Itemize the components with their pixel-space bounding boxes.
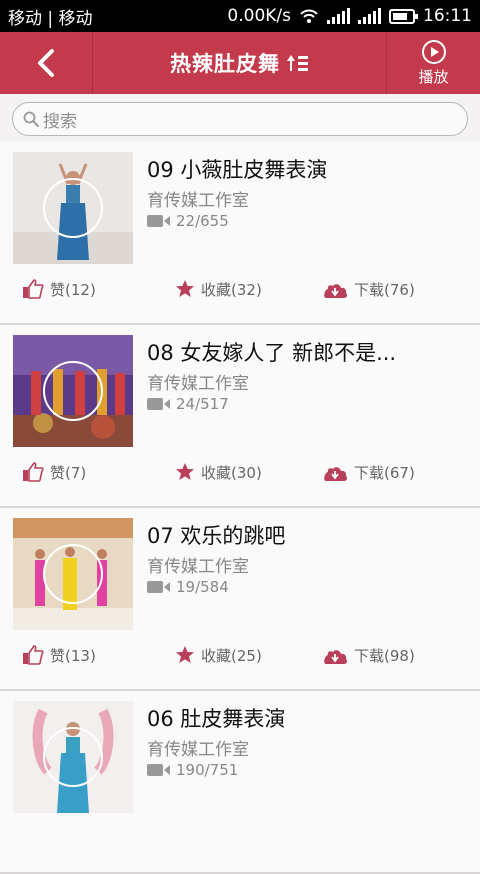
battery-icon: [389, 8, 418, 24]
video-thumbnail[interactable]: [13, 518, 133, 630]
play-overlay-icon: [43, 544, 103, 604]
favorite-count: 收藏(25): [201, 646, 262, 665]
video-title: 09 小薇肚皮舞表演: [147, 158, 328, 182]
download-count: 下载(98): [354, 646, 415, 665]
video-author: 育传媒工作室: [147, 557, 249, 577]
star-icon: [176, 280, 194, 297]
thumbs-up-icon: [23, 279, 44, 299]
video-title: 08 女友嫁人了 新郎不是...: [147, 341, 397, 365]
search-icon: [23, 111, 39, 127]
video-camera-icon: [147, 581, 170, 593]
video-camera-icon: [147, 215, 170, 227]
like-button[interactable]: 赞(12): [22, 272, 96, 306]
video-camera-icon: [147, 398, 170, 410]
view-count-value: 190/751: [176, 761, 239, 779]
favorite-count: 收藏(30): [201, 463, 262, 482]
view-count: 190/751: [147, 761, 238, 779]
item-actions: 赞(13) 收藏(25) 下载(98): [0, 638, 480, 672]
view-count: 22/655: [147, 212, 229, 230]
download-button[interactable]: 下载(76): [322, 272, 415, 306]
view-count-value: 22/655: [176, 212, 229, 230]
thumbs-up-icon: [23, 645, 44, 665]
play-overlay-icon: [43, 727, 103, 787]
download-button[interactable]: 下载(67): [322, 455, 415, 489]
download-button[interactable]: 下载(98): [322, 638, 415, 672]
favorite-count: 收藏(32): [201, 280, 262, 299]
clock: 16:11: [423, 6, 472, 26]
page-title-group[interactable]: 热辣肚皮舞: [92, 32, 386, 94]
list-item[interactable]: 08 女友嫁人了 新郎不是... 育传媒工作室 24/517 赞(7) 收藏(3…: [0, 325, 480, 508]
play-button[interactable]: 播放: [386, 32, 480, 94]
video-thumbnail[interactable]: [13, 152, 133, 264]
video-author: 育传媒工作室: [147, 740, 249, 760]
video-thumbnail[interactable]: [13, 701, 133, 813]
video-thumbnail[interactable]: [13, 335, 133, 447]
play-overlay-icon: [43, 178, 103, 238]
favorite-button[interactable]: 收藏(32): [175, 272, 262, 306]
back-button[interactable]: [0, 32, 93, 94]
back-arrow-icon: [38, 49, 54, 77]
video-author: 育传媒工作室: [147, 191, 249, 211]
play-icon: [421, 39, 446, 64]
view-count-value: 24/517: [176, 395, 229, 413]
item-actions: 赞(12) 收藏(32) 下载(76): [0, 272, 480, 306]
download-count: 下载(67): [354, 463, 415, 482]
search-placeholder: 搜索: [43, 111, 77, 132]
page-title: 热辣肚皮舞: [170, 52, 280, 76]
like-count: 赞(7): [50, 463, 87, 482]
video-camera-icon: [147, 764, 170, 776]
video-author: 育传媒工作室: [147, 374, 249, 394]
star-icon: [176, 646, 194, 663]
download-cloud-icon: [324, 467, 348, 481]
favorite-button[interactable]: 收藏(30): [175, 455, 262, 489]
star-icon: [176, 463, 194, 480]
like-count: 赞(12): [50, 280, 96, 299]
list-item[interactable]: 09 小薇肚皮舞表演 育传媒工作室 22/655 赞(12) 收藏(32) 下载…: [0, 142, 480, 325]
network-speed: 0.00K/s: [227, 6, 291, 26]
video-title: 06 肚皮舞表演: [147, 707, 286, 731]
item-actions: 赞(7) 收藏(30) 下载(67): [0, 455, 480, 489]
play-overlay-icon: [43, 361, 103, 421]
carrier-text: 移动 | 移动: [8, 8, 93, 29]
view-count: 24/517: [147, 395, 229, 413]
sort-icon: [286, 54, 308, 72]
nav-bar: 热辣肚皮舞 播放: [0, 32, 480, 94]
list-item[interactable]: 06 肚皮舞表演 育传媒工作室 190/751: [0, 691, 480, 874]
download-cloud-icon: [324, 284, 348, 298]
status-bar: 移动 | 移动 0.00K/s 16:11: [0, 0, 480, 32]
list-item[interactable]: 07 欢乐的跳吧 育传媒工作室 19/584 赞(13) 收藏(25) 下载(9…: [0, 508, 480, 691]
signal-icon-2: [358, 8, 381, 24]
like-button[interactable]: 赞(7): [22, 455, 86, 489]
search-input[interactable]: 搜索: [12, 102, 468, 136]
download-cloud-icon: [324, 650, 348, 664]
video-list: 09 小薇肚皮舞表演 育传媒工作室 22/655 赞(12) 收藏(32) 下载…: [0, 142, 480, 874]
view-count: 19/584: [147, 578, 229, 596]
video-title: 07 欢乐的跳吧: [147, 524, 286, 548]
wifi-icon: [300, 9, 318, 23]
play-label: 播放: [418, 67, 449, 86]
like-button[interactable]: 赞(13): [22, 638, 96, 672]
view-count-value: 19/584: [176, 578, 229, 596]
like-count: 赞(13): [50, 646, 96, 665]
favorite-button[interactable]: 收藏(25): [175, 638, 262, 672]
thumbs-up-icon: [23, 462, 44, 482]
download-count: 下载(76): [354, 280, 415, 299]
signal-icon: [327, 8, 350, 24]
